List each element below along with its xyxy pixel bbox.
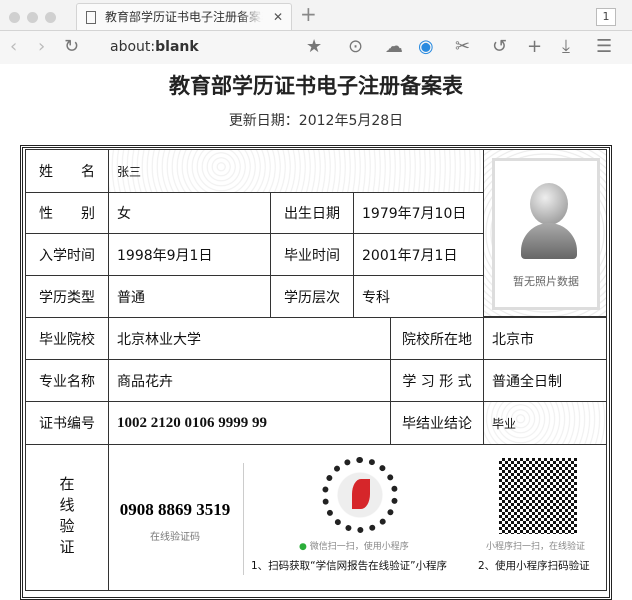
wechat-hint-text: 微信扫一扫，使用小程序 [309,542,409,552]
name-label: 姓 名 [25,149,109,193]
cloud-icon[interactable]: ☁ [385,37,403,57]
name-value: 张三 [108,149,484,193]
back-icon[interactable]: ‹ [10,37,17,57]
extension-icon[interactable]: ◉ [418,37,434,57]
verify-code-label: 在线验证码 [150,532,200,543]
avatar-body-icon [521,223,577,259]
minimize-window-button[interactable] [27,12,38,23]
close-window-button[interactable] [9,12,20,23]
cert-label: 证书编号 [25,401,109,445]
gender-label: 性 别 [25,192,109,234]
wechat-hint: ● 微信扫一扫，使用小程序 [299,539,409,552]
major-value: 商品花卉 [108,359,391,402]
tab-title: 教育部学历证书电子注册备案表 [105,10,263,24]
qr-hint: 小程序扫一扫，在线验证 [486,542,586,552]
level-value: 专科 [353,275,484,318]
result-label: 毕结业结论 [390,401,484,445]
location-value: 北京市 [483,317,607,360]
type-label: 学历类型 [25,275,109,318]
photo-area: 暂无照片数据 [483,149,607,317]
scissors-icon[interactable]: ✂ [455,37,470,57]
result-value: 毕业 [483,401,607,445]
new-tab-button[interactable]: + [300,2,317,26]
undo-icon[interactable]: ↺ [492,37,507,57]
forward-icon[interactable]: › [38,37,45,57]
reload-icon[interactable]: ↻ [64,37,79,57]
school-label: 毕业院校 [25,317,109,360]
toolbar: ‹ › ↻ about:blank ★ ⊙ ☁ ◉ ✂ ↺ + ⤓ ☰ [0,30,632,64]
download-icon[interactable]: ⤓ [562,37,570,57]
page-title: 教育部学历证书电子注册备案表 [169,74,463,98]
document-icon [86,11,96,24]
cert-value: 1002 2120 0106 9999 99 [108,401,391,445]
wechat-miniprogram-code[interactable] [322,457,398,533]
qr-code[interactable] [499,458,577,534]
url-prefix: about: [110,39,156,55]
browser-tab[interactable]: 教育部学历证书电子注册备案表 ✕ [76,3,292,30]
play-icon[interactable]: ⊙ [348,37,363,57]
update-date: 更新日期：2012年5月28日 [228,113,404,129]
grad-label: 毕业时间 [270,233,354,276]
type-value: 普通 [108,275,271,318]
add-icon[interactable]: + [527,37,542,57]
url-host: blank [155,39,199,55]
avatar-head-icon [530,183,568,225]
close-tab-icon[interactable]: ✕ [273,4,283,30]
bookmark-star-icon[interactable]: ★ [306,37,322,57]
enroll-label: 入学时间 [25,233,109,276]
divider [243,463,244,575]
study-mode-value: 普通全日制 [483,359,607,402]
logo-icon [352,479,370,509]
step-2: 2、使用小程序扫码验证 [478,560,590,572]
birth-value: 1979年7月10日 [353,192,484,234]
browser-chrome: 教育部学历证书电子注册备案表 ✕ + 1 ‹ › ↻ about:blank ★… [0,0,632,64]
location-label: 院校所在地 [390,317,484,360]
address-bar[interactable]: about:blank [110,39,199,55]
study-mode-label: 学 习 形 式 [390,359,484,402]
level-label: 学历层次 [270,275,354,318]
maximize-window-button[interactable] [45,12,56,23]
grad-value: 2001年7月1日 [353,233,484,276]
birth-label: 出生日期 [270,192,354,234]
school-value: 北京林业大学 [108,317,391,360]
verify-code: 0908 8869 3519 [119,500,231,519]
menu-icon[interactable]: ☰ [596,37,612,57]
step-1: 1、扫码获取“学信网报告在线验证”小程序 [251,560,448,572]
tab-count[interactable]: 1 [596,8,616,26]
gender-value: 女 [108,192,271,234]
no-photo-text: 暂无照片数据 [513,275,579,288]
miniprogram-icon: ● [299,542,307,552]
enroll-value: 1998年9月1日 [108,233,271,276]
major-label: 专业名称 [25,359,109,402]
verify-label: 在线验证 [25,444,109,591]
